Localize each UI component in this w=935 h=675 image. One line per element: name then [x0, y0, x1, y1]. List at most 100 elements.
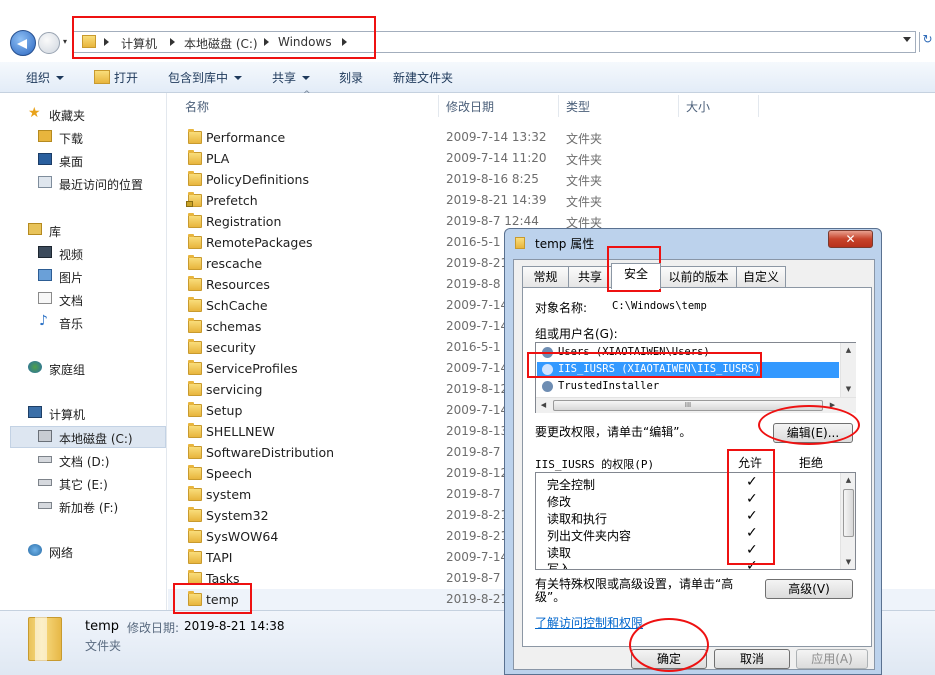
nav-drive-f[interactable]: 新加卷 (F:) [59, 499, 118, 516]
tab-sharing[interactable]: 共享 [568, 266, 612, 288]
file-name: System32 [206, 508, 269, 523]
nav-documents[interactable]: 文档 [59, 292, 83, 309]
folder-icon [188, 318, 202, 333]
permission-label: 读取和执行 [547, 512, 608, 526]
nav-desktop[interactable]: 桌面 [59, 153, 83, 170]
tab-security[interactable]: 安全 [611, 263, 661, 289]
folder-icon [188, 423, 202, 438]
file-date: 2016-5-1 [446, 340, 501, 354]
permission-label: 列出文件夹内容 [547, 529, 632, 543]
file-type: 文件夹 [566, 132, 603, 146]
nav-homegroup[interactable]: 家庭组 [49, 361, 85, 378]
computer-icon [28, 406, 42, 418]
file-row[interactable]: PLA 2009-7-14 11:20 文件夹 [168, 148, 935, 169]
address-dropdown-icon[interactable] [903, 37, 911, 42]
column-date[interactable]: 修改日期 [446, 98, 494, 115]
file-date: 2019-8-21 [446, 256, 509, 270]
file-name: schemas [206, 319, 262, 334]
forward-button[interactable] [38, 32, 60, 54]
scroll-up-icon[interactable]: ▲ [841, 343, 856, 358]
network-icon [28, 544, 42, 556]
folder-icon [188, 549, 202, 564]
file-date: 2019-8-12 [446, 466, 509, 480]
cancel-button[interactable]: 取消 [714, 649, 790, 669]
properties-dialog: temp 属性 ✕ 常规 共享 安全 以前的版本 自定义 对象名称: C:\Wi… [504, 228, 882, 675]
scroll-thumb[interactable] [843, 489, 854, 537]
column-divider[interactable] [678, 95, 679, 117]
folder-icon [188, 360, 202, 375]
column-divider[interactable] [438, 95, 439, 117]
permissions-scrollbar[interactable]: ▲ ▼ [840, 473, 855, 569]
music-icon: ♪ [39, 313, 48, 329]
open-folder-icon [94, 70, 110, 84]
file-date: 2019-8-21 [446, 508, 509, 522]
dropdown-arrow-icon [302, 76, 311, 80]
downloads-icon [38, 130, 52, 142]
file-type: 文件夹 [566, 153, 603, 167]
nav-recent[interactable]: 最近访问的位置 [59, 176, 143, 193]
learn-access-control-link[interactable]: 了解访问控制和权限 [535, 614, 643, 631]
nav-downloads[interactable]: 下载 [59, 130, 83, 147]
nav-computer[interactable]: 计算机 [49, 406, 85, 423]
nav-videos[interactable]: 视频 [59, 246, 83, 263]
open-button[interactable]: 打开 [114, 69, 138, 86]
burn-button[interactable]: 刻录 [339, 69, 363, 86]
scroll-down-icon[interactable]: ▼ [841, 555, 855, 569]
scroll-up-icon[interactable]: ▲ [841, 473, 855, 488]
column-type[interactable]: 类型 [566, 98, 590, 115]
folder-icon [188, 486, 202, 501]
nav-pictures[interactable]: 图片 [59, 269, 83, 286]
lock-icon [186, 201, 193, 207]
advanced-button[interactable]: 高级(V) [765, 579, 853, 599]
column-divider[interactable] [758, 95, 759, 117]
folder-icon [188, 444, 202, 459]
nav-libraries[interactable]: 库 [49, 223, 61, 240]
refresh-icon[interactable]: ↻ [919, 32, 935, 52]
close-icon[interactable]: ✕ [828, 230, 873, 248]
nav-drive-e[interactable]: 其它 (E:) [59, 476, 108, 493]
folder-icon [188, 528, 202, 543]
highlight-box-temp [173, 583, 252, 614]
highlight-box-user [527, 352, 762, 378]
file-date: 2009-7-14 [446, 319, 509, 333]
file-date: 2019-8-7 [446, 487, 501, 501]
nav-drive-d[interactable]: 文档 (D:) [59, 453, 109, 470]
permissions-title: IIS_IUSRS 的权限(P) [535, 458, 655, 471]
file-type: 文件夹 [566, 174, 603, 188]
folder-icon [188, 276, 202, 291]
history-dropdown-icon[interactable]: ▾ [63, 37, 67, 46]
file-row[interactable]: Prefetch 2019-8-21 14:39 文件夹 [168, 190, 935, 211]
user-item[interactable]: TrustedInstaller [558, 380, 659, 392]
tab-previous-versions[interactable]: 以前的版本 [660, 266, 737, 288]
include-in-library-button[interactable]: 包含到库中 [168, 69, 243, 86]
file-row[interactable]: Performance 2009-7-14 13:32 文件夹 [168, 127, 935, 148]
scroll-down-icon[interactable]: ▼ [841, 382, 856, 397]
file-name: Registration [206, 214, 282, 229]
column-header-row: ^ 名称 修改日期 类型 大小 [168, 90, 935, 119]
file-date: 2009-7-14 [446, 361, 509, 375]
folder-icon [188, 255, 202, 270]
scroll-left-icon[interactable]: ◀ [536, 398, 551, 413]
nav-network[interactable]: 网络 [49, 544, 73, 561]
tab-customize[interactable]: 自定义 [736, 266, 786, 288]
organize-button[interactable]: 组织 [26, 69, 65, 86]
column-divider[interactable] [558, 95, 559, 117]
column-name[interactable]: 名称 [185, 98, 209, 115]
new-folder-button[interactable]: 新建文件夹 [393, 69, 453, 86]
file-row[interactable]: PolicyDefinitions 2019-8-16 8:25 文件夹 [168, 169, 935, 190]
file-name: Prefetch [206, 193, 258, 208]
vertical-scrollbar[interactable]: ▲ ▼ [840, 343, 856, 397]
apply-button[interactable]: 应用(A) [796, 649, 868, 669]
nav-favorites[interactable]: 收藏夹 [49, 107, 85, 124]
folder-icon [515, 237, 525, 249]
share-button[interactable]: 共享 [272, 69, 311, 86]
column-size[interactable]: 大小 [686, 98, 710, 115]
file-name: PolicyDefinitions [206, 172, 309, 187]
tab-general[interactable]: 常规 [522, 266, 569, 288]
back-button[interactable] [10, 30, 36, 56]
explorer-window: ▾ 计算机 本地磁盘 (C:) Windows ↻ 组织 打开 包含到库中 共享… [0, 0, 935, 675]
folder-icon [188, 465, 202, 480]
nav-drive-c[interactable]: 本地磁盘 (C:) [59, 430, 133, 447]
file-name: Speech [206, 466, 253, 481]
nav-music[interactable]: 音乐 [59, 315, 83, 332]
